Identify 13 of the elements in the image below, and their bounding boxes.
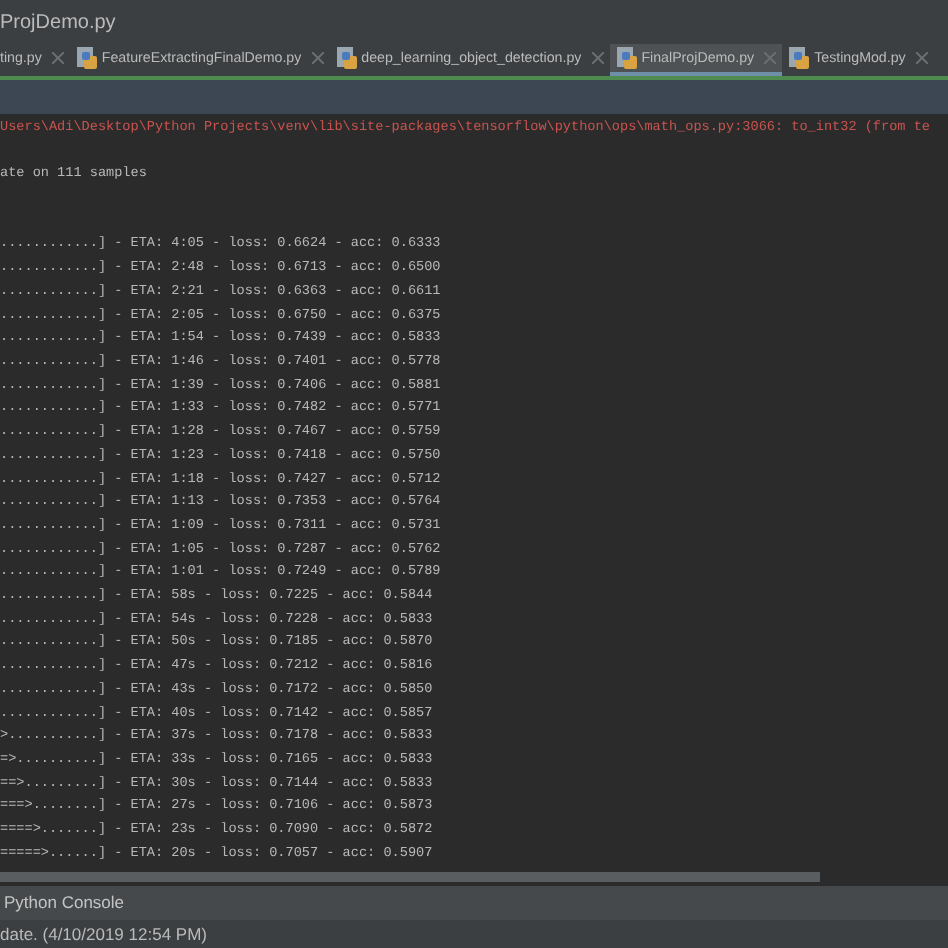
close-icon[interactable]: [591, 52, 604, 64]
python-file-icon: [788, 46, 811, 70]
python-file-icon: [335, 46, 358, 70]
horizontal-scrollbar[interactable]: [0, 872, 820, 882]
close-icon[interactable]: [311, 52, 324, 64]
close-icon[interactable]: [764, 52, 777, 64]
python-file-icon: [615, 46, 638, 70]
status-text: date. (4/10/2019 12:54 PM): [0, 921, 207, 947]
close-icon[interactable]: [915, 52, 928, 64]
tool-window-title[interactable]: Python Console: [0, 890, 125, 916]
close-icon[interactable]: [51, 52, 64, 64]
python-file-icon: [75, 46, 98, 70]
window-title: ProjDemo.py: [0, 9, 116, 37]
